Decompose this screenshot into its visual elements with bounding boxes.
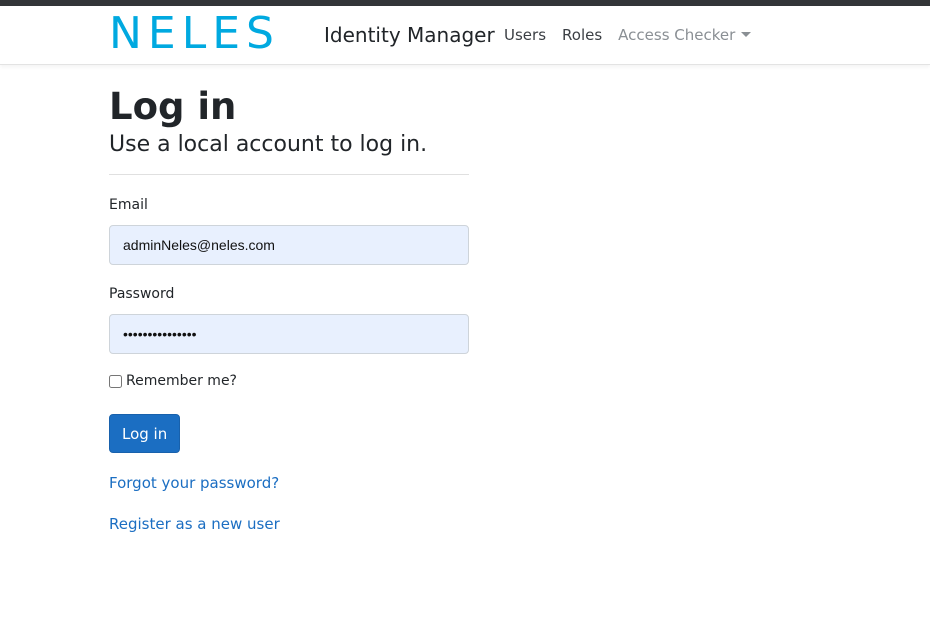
nav-users-link[interactable]: Users (496, 23, 554, 47)
remember-me-checkbox[interactable] (109, 374, 122, 388)
register-link[interactable]: Register as a new user (109, 513, 469, 535)
navbar: NELES Identity Manager Users Roles Acces… (0, 6, 930, 65)
password-input[interactable] (109, 314, 469, 354)
page-title: Log in (109, 85, 237, 128)
nav-roles-link[interactable]: Roles (554, 23, 610, 47)
access-checker-label: Access Checker (618, 26, 736, 44)
remember-me-row: Remember me? (109, 373, 469, 389)
login-button[interactable]: Log in (109, 414, 181, 453)
neles-logo[interactable]: NELES (109, 9, 280, 59)
email-input[interactable] (109, 225, 469, 265)
login-form: Email Password Remember me? Log in (109, 195, 469, 453)
email-label: Email (109, 197, 148, 213)
nav-links: Users Roles Access Checker (496, 23, 759, 47)
divider (109, 174, 469, 175)
caret-down-icon (741, 32, 752, 37)
auth-links: Forgot your password? Register as a new … (109, 472, 469, 535)
brand-name[interactable]: Identity Manager (324, 21, 495, 49)
page-subtitle: Use a local account to log in. (109, 132, 428, 157)
forgot-password-link[interactable]: Forgot your password? (109, 472, 469, 494)
login-section: Log in Use a local account to log in. Em… (109, 84, 469, 554)
password-label: Password (109, 286, 175, 302)
remember-me-label[interactable]: Remember me? (126, 373, 237, 389)
nav-access-checker-dropdown[interactable]: Access Checker (610, 23, 759, 47)
